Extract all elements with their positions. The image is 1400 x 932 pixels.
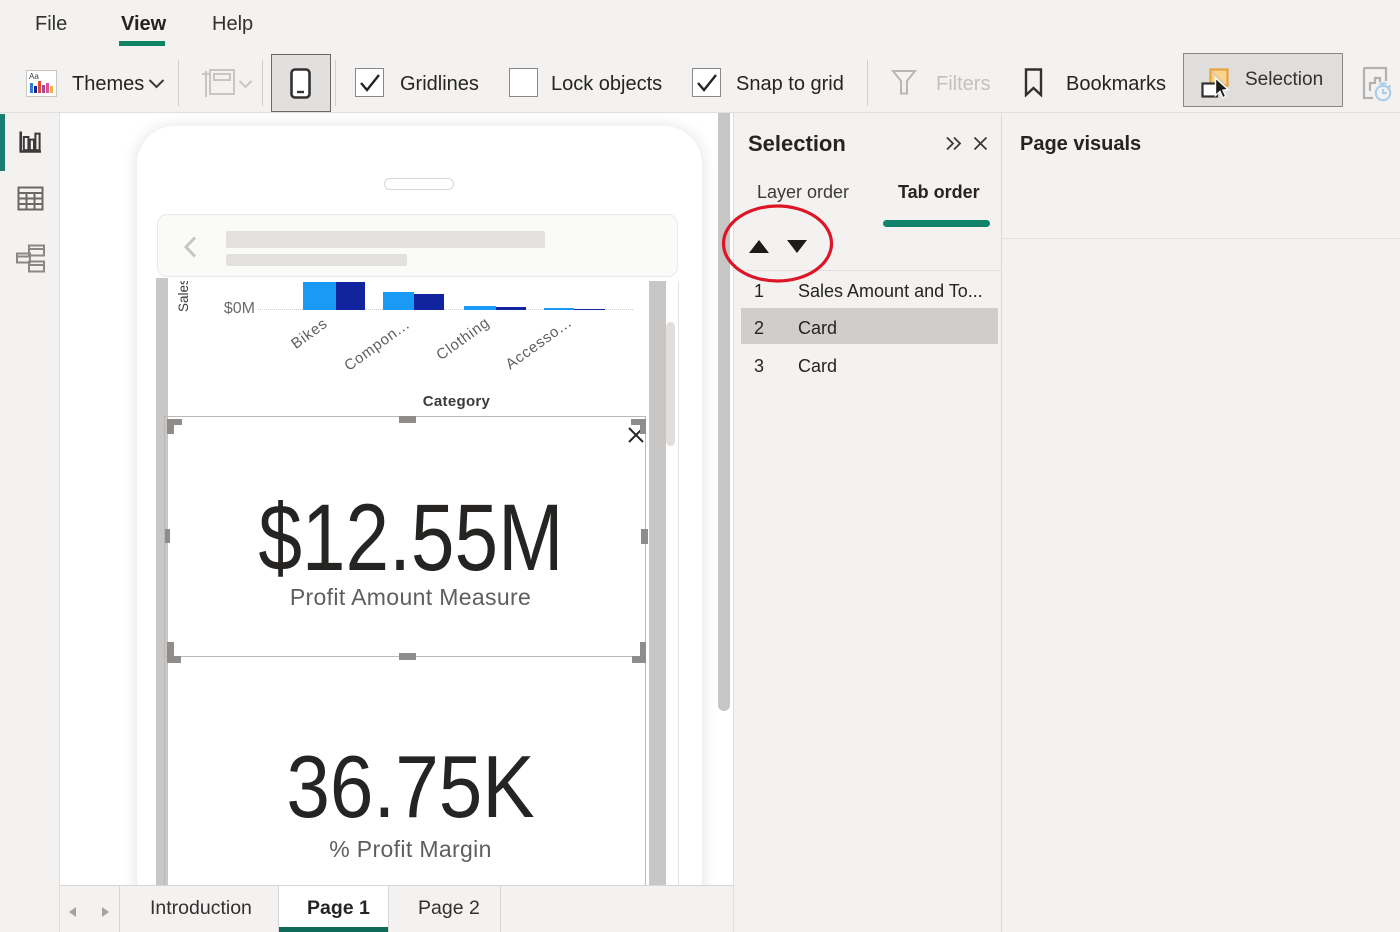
svg-text:Aa: Aa [29,72,39,81]
